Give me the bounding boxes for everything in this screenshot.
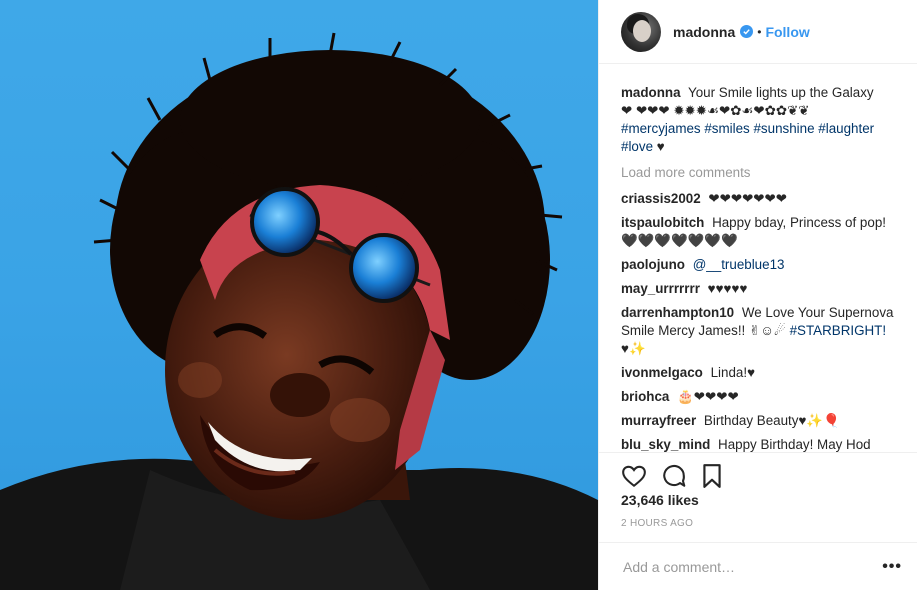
comment-username[interactable]: paolojuno: [621, 257, 685, 272]
comment-username[interactable]: briohca: [621, 389, 669, 404]
separator-dot: •: [757, 24, 762, 39]
avatar[interactable]: [621, 11, 661, 52]
caption-trailing: ♥: [656, 139, 665, 154]
portrait-illustration: [0, 32, 598, 590]
comment-username[interactable]: blu_sky_mind: [621, 437, 710, 452]
caption: madonna Your Smile lights up the Galaxy …: [621, 84, 894, 156]
more-options-button[interactable]: •••: [882, 558, 902, 576]
comment-text: 🎂❤❤❤❤: [677, 389, 739, 404]
post-actions: [599, 452, 917, 492]
heart-icon[interactable]: [621, 463, 647, 489]
comment-item: ivonmelgaco Linda!♥: [621, 364, 894, 382]
post-side-panel: madonna • Follow madonna Your Smile ligh…: [598, 0, 917, 590]
caption-text: Your Smile lights up the Galaxy: [688, 85, 874, 100]
bookmark-icon[interactable]: [701, 463, 727, 489]
comment-username[interactable]: ivonmelgaco: [621, 365, 703, 380]
comment-item: itspaulobitch Happy bday, Princess of po…: [621, 214, 894, 250]
comment-text: Linda!♥: [710, 365, 756, 380]
comment-text: Happy Birthday! May Hod: [718, 437, 871, 452]
comment-username[interactable]: may_urrrrrrr: [621, 281, 700, 296]
comment-text-tail: ♥✨: [621, 341, 646, 356]
comment-text: Birthday Beauty♥✨🎈: [703, 413, 840, 428]
load-more-comments-button[interactable]: Load more comments: [621, 164, 894, 182]
post-photo[interactable]: [0, 0, 598, 590]
comment-username[interactable]: criassis2002: [621, 191, 701, 206]
comment-item: briohca 🎂❤❤❤❤: [621, 388, 894, 406]
hashtag-link[interactable]: #STARBRIGHT!: [790, 323, 886, 338]
comment-item: murrayfreer Birthday Beauty♥✨🎈: [621, 412, 894, 430]
hashtag-link[interactable]: #laughter: [818, 121, 874, 136]
comment-item: blu_sky_mind Happy Birthday! May Hod: [621, 436, 894, 452]
hashtag-link[interactable]: #love: [621, 139, 653, 154]
hashtag-link[interactable]: #mercyjames: [621, 121, 701, 136]
comment-icon[interactable]: [661, 463, 687, 489]
likes-count[interactable]: 23,646 likes: [621, 492, 699, 508]
header-username[interactable]: madonna: [673, 24, 735, 40]
follow-button[interactable]: Follow: [765, 24, 809, 40]
comments-list[interactable]: madonna Your Smile lights up the Galaxy …: [599, 64, 917, 452]
add-comment-bar: •••: [599, 542, 917, 590]
comment-username[interactable]: murrayfreer: [621, 413, 696, 428]
comment-username[interactable]: darrenhampton10: [621, 305, 734, 320]
hashtag-link[interactable]: #sunshine: [753, 121, 814, 136]
comment-mention-link[interactable]: @__trueblue13: [693, 257, 785, 272]
comment-item: may_urrrrrrr ♥♥♥♥♥: [621, 280, 894, 298]
post-header: madonna • Follow: [599, 0, 917, 64]
comment-item: paolojuno @__trueblue13: [621, 256, 894, 274]
comment-text: ♥♥♥♥♥: [707, 281, 748, 296]
caption-username[interactable]: madonna: [621, 85, 681, 100]
comment-username[interactable]: itspaulobitch: [621, 215, 704, 230]
comment-text: ❤❤❤❤❤❤❤: [708, 191, 787, 206]
instagram-post: madonna • Follow madonna Your Smile ligh…: [0, 0, 917, 590]
comment-item: darrenhampton10 We Love Your Supernova S…: [621, 304, 894, 358]
comment-item: criassis2002 ❤❤❤❤❤❤❤: [621, 190, 894, 208]
verified-badge-icon: [740, 25, 754, 38]
post-timestamp[interactable]: 2 HOURS AGO: [621, 518, 693, 529]
add-comment-input[interactable]: [621, 557, 883, 576]
caption-emoji-line: ❤ ❤❤❤ ✹✹✹☙❤✿☙❤✿✿❦❦: [621, 103, 810, 118]
hashtag-link[interactable]: #smiles: [704, 121, 749, 136]
